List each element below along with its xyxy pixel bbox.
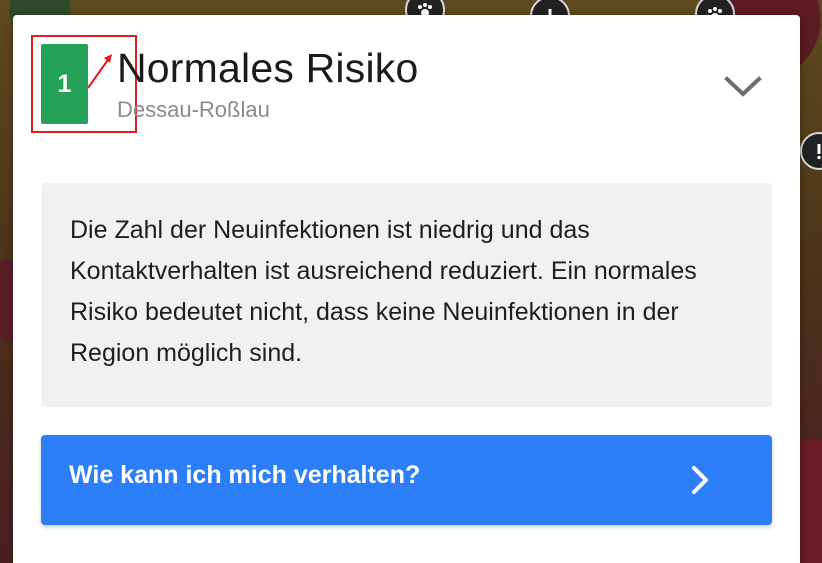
risk-description: Die Zahl der Neuinfektionen ist niedrig … <box>70 216 697 367</box>
chevron-right-icon <box>692 466 708 494</box>
risk-card: 1 Normales Risiko Dessau-Roßlau Die Zahl… <box>13 15 800 563</box>
expand-button[interactable] <box>719 67 767 107</box>
behavior-advice-label: Wie kann ich mich verhalten? <box>69 461 421 489</box>
risk-description-box: Die Zahl der Neuinfektionen ist niedrig … <box>41 183 772 407</box>
map-marker-exclamation-icon[interactable] <box>800 132 822 170</box>
exclamation-icon <box>817 144 821 159</box>
risk-title: Normales Risiko <box>117 45 419 91</box>
chevron-down-icon <box>724 76 762 97</box>
region-name: Dessau-Roßlau <box>117 97 270 122</box>
annotation-arrow-icon <box>87 54 112 89</box>
behavior-advice-button[interactable]: Wie kann ich mich verhalten? <box>41 435 772 525</box>
risk-level-badge: 1 <box>41 44 88 124</box>
